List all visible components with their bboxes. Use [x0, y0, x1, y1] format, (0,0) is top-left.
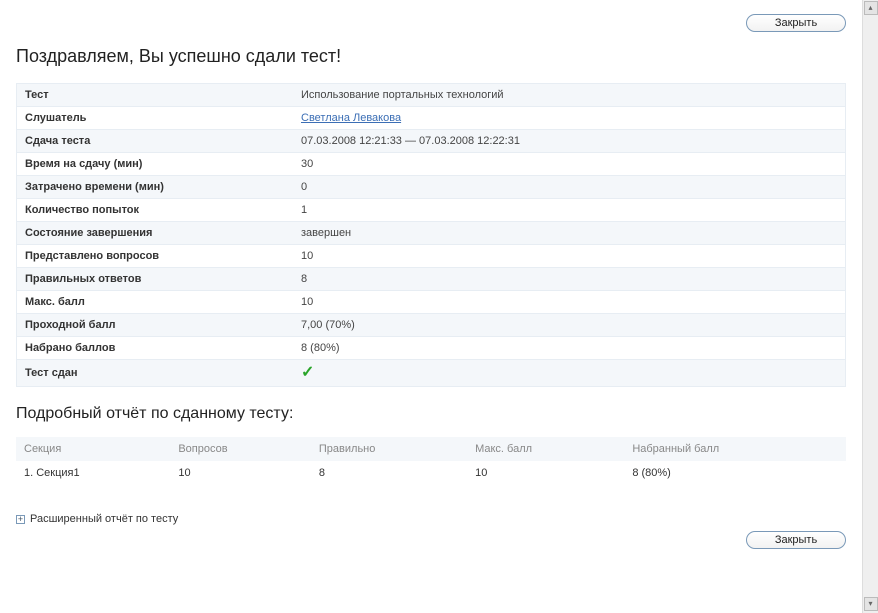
info-label: Тест	[17, 84, 294, 107]
info-row-time-limit: Время на сдачу (мин) 30	[17, 153, 846, 176]
info-value: 8	[293, 268, 846, 291]
test-result-page: Закрыть Поздравляем, Вы успешно сдали те…	[6, 4, 856, 613]
info-value: Светлана Левакова	[293, 107, 846, 130]
info-value: 10	[293, 291, 846, 314]
cell-section: 1. Секция1	[16, 461, 170, 485]
cell-questions: 10	[170, 461, 311, 485]
info-row-max-score: Макс. балл 10	[17, 291, 846, 314]
info-row-passed: Тест сдан ✓	[17, 360, 846, 387]
info-row-attempts: Количество попыток 1	[17, 199, 846, 222]
info-row-test: Тест Использование портальных технологий	[17, 84, 846, 107]
col-section: Секция	[16, 437, 170, 461]
check-icon: ✓	[301, 364, 314, 381]
col-questions: Вопросов	[170, 437, 311, 461]
info-value: 1	[293, 199, 846, 222]
detail-table: Секция Вопросов Правильно Макс. балл Наб…	[16, 437, 846, 485]
table-row: 1. Секция1 10 8 10 8 (80%)	[16, 461, 846, 485]
info-label: Тест сдан	[17, 360, 294, 387]
listener-link[interactable]: Светлана Левакова	[301, 112, 401, 124]
info-label: Время на сдачу (мин)	[17, 153, 294, 176]
info-value: завершен	[293, 222, 846, 245]
info-label: Затрачено времени (мин)	[17, 176, 294, 199]
info-label: Макс. балл	[17, 291, 294, 314]
col-max: Макс. балл	[467, 437, 624, 461]
info-row-scored: Набрано баллов 8 (80%)	[17, 337, 846, 360]
close-button-bottom[interactable]: Закрыть	[746, 531, 846, 549]
expand-icon[interactable]: +	[16, 515, 25, 524]
info-value: 10	[293, 245, 846, 268]
expand-row: + Расширенный отчёт по тесту	[16, 513, 846, 525]
info-label: Проходной балл	[17, 314, 294, 337]
detail-title: Подробный отчёт по сданному тесту:	[16, 405, 846, 423]
info-value: 0	[293, 176, 846, 199]
info-row-questions: Представлено вопросов 10	[17, 245, 846, 268]
test-info-table: Тест Использование портальных технологий…	[16, 83, 846, 387]
info-value: 30	[293, 153, 846, 176]
info-row-time-spent: Затрачено времени (мин) 0	[17, 176, 846, 199]
info-label: Представлено вопросов	[17, 245, 294, 268]
scroll-down-icon[interactable]: ▾	[864, 597, 878, 611]
top-button-row: Закрыть	[16, 14, 846, 32]
cell-max: 10	[467, 461, 624, 485]
page-title: Поздравляем, Вы успешно сдали тест!	[16, 46, 846, 67]
info-value: 07.03.2008 12:21:33 — 07.03.2008 12:22:3…	[293, 130, 846, 153]
info-row-correct: Правильных ответов 8	[17, 268, 846, 291]
info-value: 7,00 (70%)	[293, 314, 846, 337]
info-label: Слушатель	[17, 107, 294, 130]
col-correct: Правильно	[311, 437, 467, 461]
cell-correct: 8	[311, 461, 467, 485]
info-value: 8 (80%)	[293, 337, 846, 360]
info-value: ✓	[293, 360, 846, 387]
info-label: Сдача теста	[17, 130, 294, 153]
info-row-submission: Сдача теста 07.03.2008 12:21:33 — 07.03.…	[17, 130, 846, 153]
expand-label[interactable]: Расширенный отчёт по тесту	[30, 513, 178, 525]
info-label: Количество попыток	[17, 199, 294, 222]
info-label: Состояние завершения	[17, 222, 294, 245]
info-label: Набрано баллов	[17, 337, 294, 360]
info-row-passing: Проходной балл 7,00 (70%)	[17, 314, 846, 337]
scroll-up-icon[interactable]: ▴	[864, 1, 878, 15]
close-button-top[interactable]: Закрыть	[746, 14, 846, 32]
cell-scored: 8 (80%)	[624, 461, 846, 485]
scrollbar[interactable]: ▴ ▾	[862, 0, 878, 613]
col-scored: Набранный балл	[624, 437, 846, 461]
info-row-completion: Состояние завершения завершен	[17, 222, 846, 245]
info-value: Использование портальных технологий	[293, 84, 846, 107]
bottom-button-row: Закрыть	[16, 531, 846, 549]
info-row-listener: Слушатель Светлана Левакова	[17, 107, 846, 130]
info-label: Правильных ответов	[17, 268, 294, 291]
